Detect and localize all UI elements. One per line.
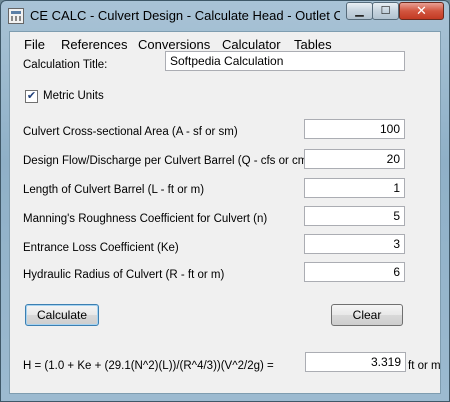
- title-bar[interactable]: CE CALC - Culvert Design - Calculate Hea…: [1, 1, 449, 31]
- hydraulic-radius-label: Hydraulic Radius of Culvert (R - ft or m…: [23, 269, 225, 281]
- flow-input[interactable]: 20: [304, 149, 405, 169]
- calculation-title-input[interactable]: Softpedia Calculation: [165, 51, 405, 71]
- menu-tables[interactable]: Tables: [294, 37, 332, 52]
- flow-label: Design Flow/Discharge per Culvert Barrel…: [23, 155, 317, 167]
- menu-calculator[interactable]: Calculator: [222, 37, 281, 52]
- hydraulic-radius-input[interactable]: 6: [304, 262, 405, 282]
- maximize-button[interactable]: ☐: [372, 2, 399, 20]
- length-label: Length of Culvert Barrel (L - ft or m): [23, 184, 205, 196]
- clear-button[interactable]: Clear: [331, 304, 403, 326]
- menu-file[interactable]: File: [24, 37, 45, 52]
- close-button[interactable]: ✕: [399, 2, 444, 20]
- calculation-title-label: Calculation Title:: [23, 59, 108, 71]
- metric-units-checkbox[interactable]: ✔: [25, 90, 38, 103]
- entrance-loss-label: Entrance Loss Coefficient (Ke): [23, 242, 179, 254]
- client-area: File References Conversions Calculator T…: [9, 31, 441, 394]
- calculate-button[interactable]: Calculate: [25, 304, 99, 326]
- result-unit-label: ft or m: [408, 360, 441, 372]
- minimize-button[interactable]: ▁: [346, 2, 373, 20]
- length-input[interactable]: 1: [304, 178, 405, 198]
- result-output[interactable]: 3.319: [305, 352, 406, 372]
- area-label: Culvert Cross-sectional Area (A - sf or …: [23, 126, 238, 138]
- area-input[interactable]: 100: [304, 119, 405, 139]
- window-title: CE CALC - Culvert Design - Calculate Hea…: [30, 8, 340, 23]
- app-window: CE CALC - Culvert Design - Calculate Hea…: [0, 0, 450, 402]
- app-calculator-icon[interactable]: [8, 8, 24, 24]
- entrance-loss-input[interactable]: 3: [304, 234, 405, 254]
- manning-input[interactable]: 5: [304, 206, 405, 226]
- formula-label: H = (1.0 + Ke + (29.1(N^2)(L))/(R^4/3))(…: [23, 360, 274, 372]
- menu-references[interactable]: References: [61, 37, 127, 52]
- menu-conversions[interactable]: Conversions: [138, 37, 210, 52]
- manning-label: Manning's Roughness Coefficient for Culv…: [23, 213, 268, 225]
- metric-units-label[interactable]: Metric Units: [43, 90, 104, 102]
